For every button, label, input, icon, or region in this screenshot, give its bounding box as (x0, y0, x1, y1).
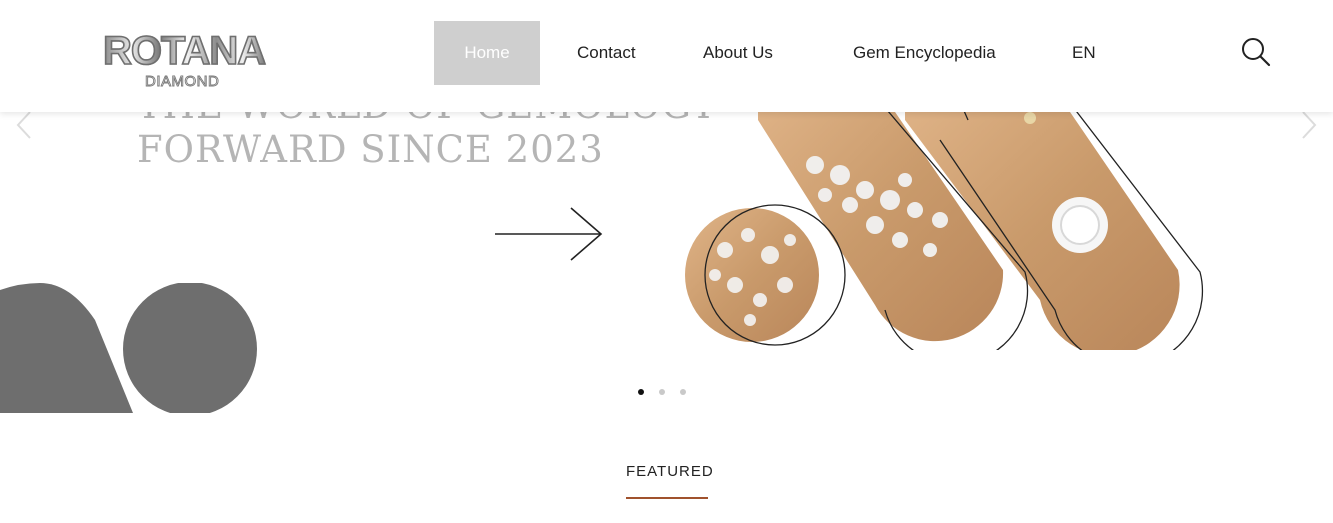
hero-diamond-image (685, 89, 1204, 350)
chevron-left-icon[interactable] (14, 110, 34, 140)
featured-underline (626, 497, 708, 499)
logo-wordmark: ROTANA (102, 29, 267, 73)
nav-about-us[interactable]: About Us (703, 21, 773, 85)
logo-subtitle: DIAMOND (145, 73, 220, 90)
decorative-shapes (0, 283, 257, 413)
nav-gem-encyclopedia[interactable]: Gem Encyclopedia (853, 21, 996, 85)
slide-dot-1[interactable] (638, 389, 644, 395)
site-header: ROTANA DIAMOND Home Contact About Us Gem… (0, 0, 1333, 112)
chevron-right-icon[interactable] (1299, 110, 1319, 140)
slide-dot-2[interactable] (659, 389, 665, 395)
nav-contact[interactable]: Contact (577, 21, 636, 85)
rotana-diamond-logo[interactable]: ROTANA DIAMOND (102, 29, 293, 93)
language-switch[interactable]: EN (1072, 21, 1096, 85)
slider-pagination (638, 389, 686, 395)
search-icon[interactable] (1241, 37, 1271, 67)
hero-title-line-2: FORWARD SINCE 2023 (137, 128, 604, 171)
slide-dot-3[interactable] (680, 389, 686, 395)
featured-heading: FEATURED (626, 463, 714, 480)
nav-home[interactable]: Home (434, 21, 540, 85)
arrow-right-icon[interactable] (494, 206, 606, 264)
